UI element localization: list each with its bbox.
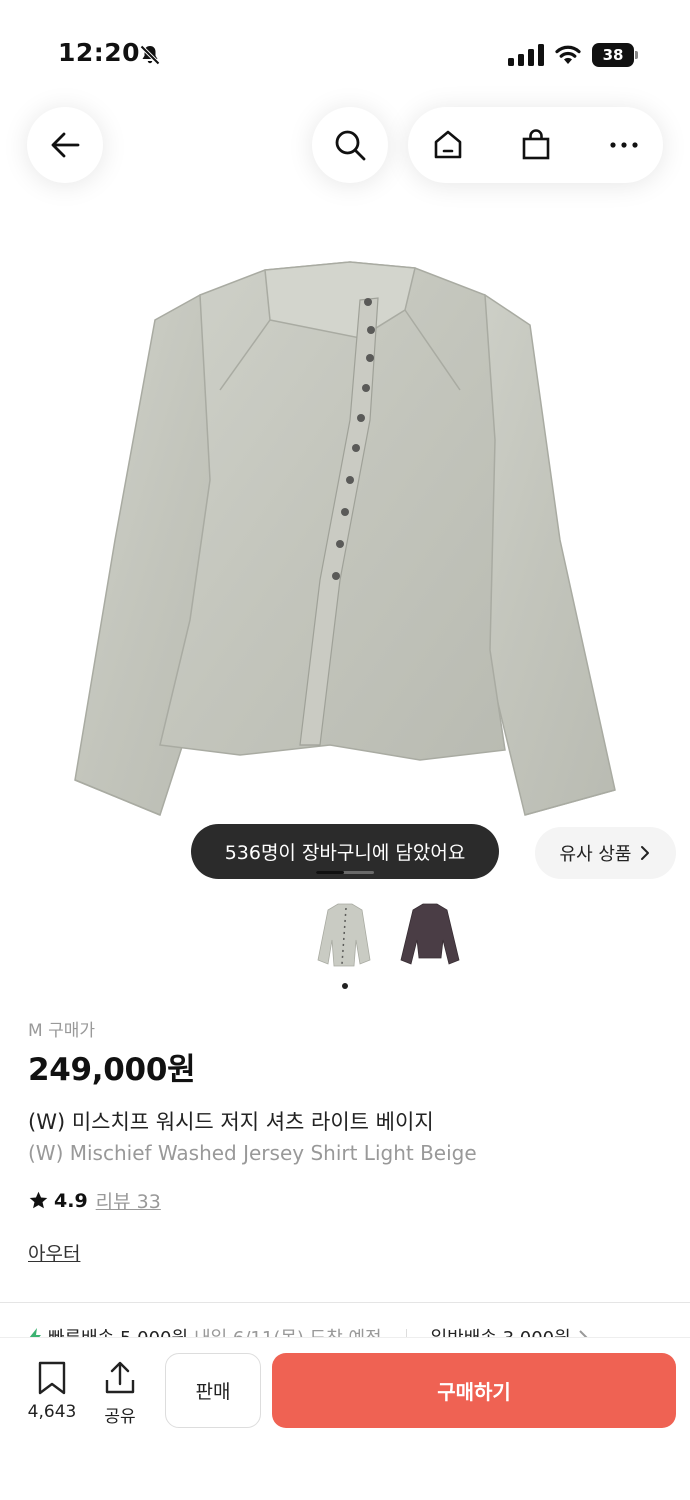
home-button[interactable] <box>408 107 488 183</box>
section-divider <box>0 1302 690 1303</box>
signal-icon <box>508 44 544 66</box>
back-button[interactable] <box>27 107 103 183</box>
more-icon <box>610 142 638 148</box>
share-label: 공유 <box>104 1407 136 1427</box>
shopping-bag-icon <box>522 129 550 160</box>
price: 249,000원 <box>28 1052 196 1088</box>
status-bar: 12:20 38 <box>0 0 690 110</box>
rating-score: 4.9 <box>54 1189 88 1212</box>
battery-level: 38 <box>602 46 624 64</box>
category-link[interactable]: 아우터 <box>28 1239 80 1266</box>
rating-row: 4.9 리뷰 33 <box>28 1187 161 1214</box>
size-price-label: M 구매가 <box>28 1021 95 1041</box>
chevron-right-icon <box>641 846 650 860</box>
review-link[interactable]: 리뷰 33 <box>96 1187 161 1214</box>
similar-products-button[interactable]: 유사 상품 <box>535 827 676 879</box>
thumbnail-light-beige[interactable] <box>310 900 380 972</box>
similar-products-label: 유사 상품 <box>559 844 632 865</box>
search-button[interactable] <box>312 107 388 183</box>
wifi-icon <box>555 45 581 64</box>
share-button[interactable]: 공유 <box>92 1360 148 1427</box>
more-button[interactable] <box>584 107 664 183</box>
sell-button[interactable]: 판매 <box>165 1353 261 1428</box>
battery-icon: 38 <box>592 43 638 67</box>
bottom-action-bar: 4,643 공유 판매 구매하기 <box>0 1338 690 1500</box>
product-name-korean: (W) 미스치프 워시드 저지 셔츠 라이트 베이지 <box>28 1110 434 1134</box>
back-arrow-icon <box>51 132 80 158</box>
nav-action-group <box>408 107 663 183</box>
image-slider-indicator <box>316 871 374 874</box>
home-icon <box>434 130 462 159</box>
product-name-english: (W) Mischief Washed Jersey Shirt Light B… <box>28 1141 477 1165</box>
bookmark-icon <box>38 1361 66 1395</box>
product-image[interactable] <box>60 240 630 830</box>
search-icon <box>335 130 366 161</box>
bell-off-icon <box>140 45 160 65</box>
star-icon <box>29 1191 48 1209</box>
buy-button[interactable]: 구매하기 <box>272 1353 676 1428</box>
thumbnail-purple[interactable] <box>395 900 465 972</box>
cart-button[interactable] <box>496 107 576 183</box>
status-time: 12:20 <box>58 38 141 67</box>
thumbnail-dot-indicator <box>342 983 348 989</box>
bookmark-count: 4,643 <box>27 1402 77 1422</box>
share-icon <box>105 1361 135 1394</box>
bookmark-button[interactable]: 4,643 <box>16 1360 88 1422</box>
